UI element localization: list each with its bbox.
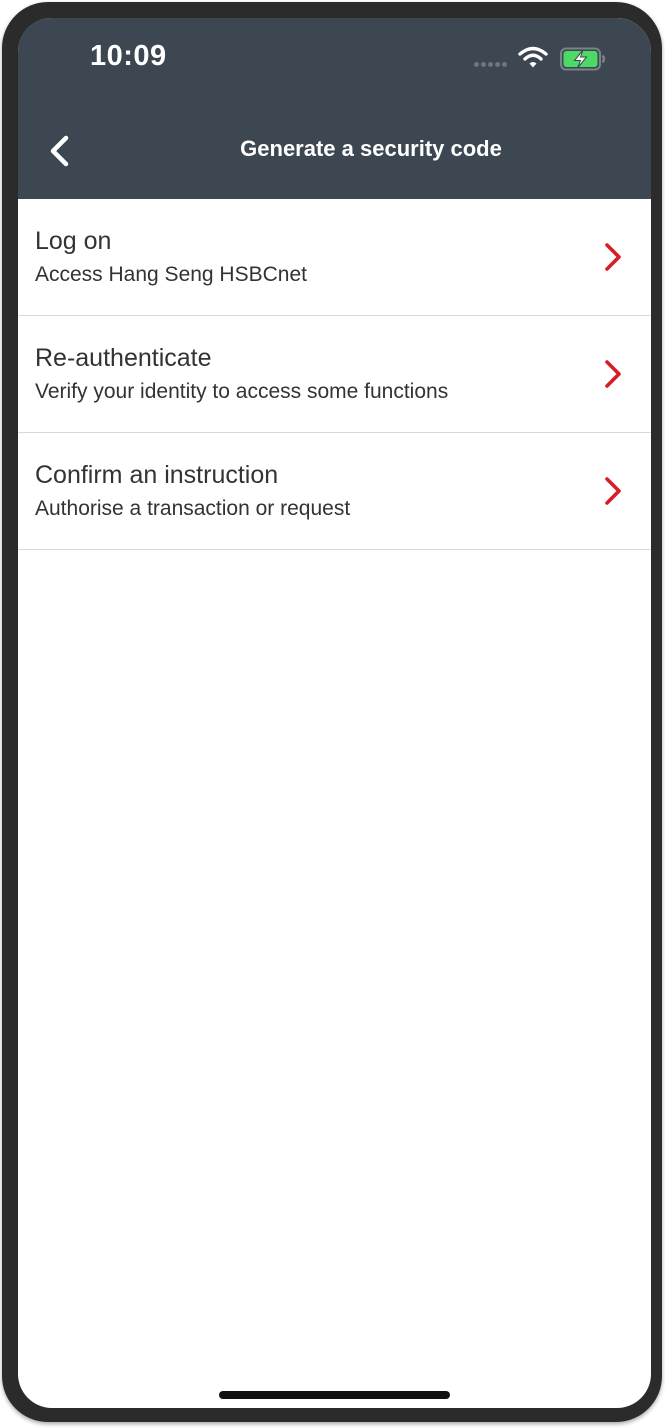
option-subtitle: Verify your identity to access some func…	[35, 380, 449, 403]
option-confirm-instruction[interactable]: Confirm an instruction Authorise a trans…	[18, 433, 651, 550]
option-title: Confirm an instruction	[35, 461, 279, 489]
app-header: 10:09 Generate a security code	[18, 18, 651, 199]
option-re-authenticate[interactable]: Re-authenticate Verify your identity to …	[18, 316, 651, 433]
chevron-right-icon	[605, 360, 621, 388]
device-frame: 10:09 Generate a security code Log on Ac…	[2, 2, 662, 1422]
option-title: Log on	[35, 227, 112, 255]
screen: 10:09 Generate a security code Log on Ac…	[18, 18, 651, 1408]
page-title: Generate a security code	[18, 136, 604, 162]
status-time: 10:09	[90, 40, 167, 72]
chevron-right-icon	[605, 477, 621, 505]
battery-charging-icon	[560, 47, 606, 71]
option-list: Log on Access Hang Seng HSBCnet Re-authe…	[18, 199, 651, 550]
home-indicator[interactable]	[219, 1391, 450, 1399]
chevron-right-icon	[605, 243, 621, 271]
option-subtitle: Authorise a transaction or request	[35, 497, 351, 520]
option-log-on[interactable]: Log on Access Hang Seng HSBCnet	[18, 199, 651, 316]
option-subtitle: Access Hang Seng HSBCnet	[35, 263, 307, 286]
page-title-text: Generate a security code	[240, 136, 502, 161]
wifi-icon	[518, 46, 548, 68]
option-title: Re-authenticate	[35, 344, 212, 372]
cellular-signal-icon	[474, 62, 508, 68]
